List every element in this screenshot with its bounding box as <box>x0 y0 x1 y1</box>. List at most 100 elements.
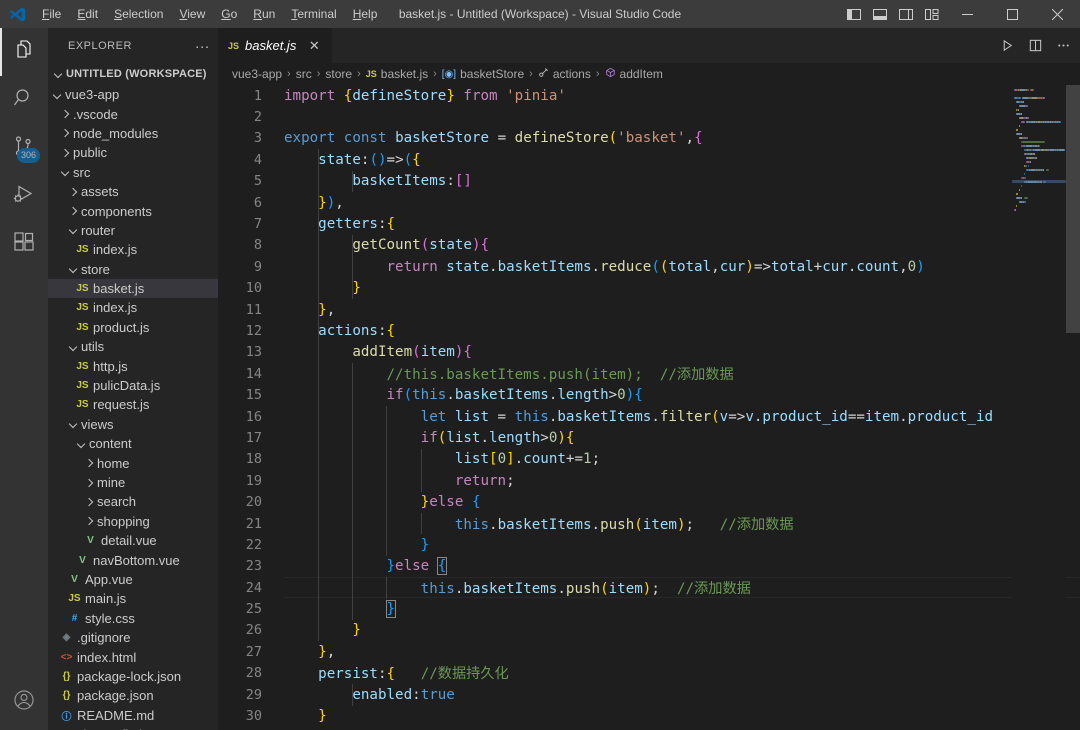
code-line[interactable]: 22 } <box>218 534 1080 555</box>
more-editor-actions-button[interactable] <box>1050 33 1076 59</box>
code-line[interactable]: 8 getCount(state){ <box>218 235 1080 256</box>
customize-layout-icon[interactable] <box>919 0 945 28</box>
toggle-primary-sidebar-icon[interactable] <box>841 0 867 28</box>
code-line[interactable]: 10 } <box>218 278 1080 299</box>
tree-item-store[interactable]: store <box>48 260 218 279</box>
menu-edit[interactable]: Edit <box>69 0 106 28</box>
tree-item-public[interactable]: public <box>48 143 218 162</box>
code-line[interactable]: 19 return; <box>218 470 1080 491</box>
tree-item-index-js[interactable]: JS index.js <box>48 298 218 317</box>
code-line[interactable]: 21 this.basketItems.push(item); //添加数据 <box>218 513 1080 534</box>
toggle-panel-icon[interactable] <box>867 0 893 28</box>
tree-item-package-lock-json[interactable]: {} package-lock.json <box>48 667 218 686</box>
breadcrumb-item-basket-js[interactable]: JS basket.js <box>366 67 428 81</box>
tree-item-utils[interactable]: utils <box>48 337 218 356</box>
tree-item-views[interactable]: views <box>48 415 218 434</box>
tree-item-index-html[interactable]: <> index.html <box>48 647 218 666</box>
tree-item-basket-js[interactable]: JS basket.js <box>48 278 218 299</box>
tree-item-pulicdata-js[interactable]: JS pulicData.js <box>48 376 218 395</box>
tree-item-navbottom-vue[interactable]: VnavBottom.vue <box>48 550 218 569</box>
menu-bar[interactable]: File Edit Selection View Go Run Terminal Help <box>34 0 385 28</box>
tree-item-search[interactable]: search <box>48 492 218 511</box>
tree-item--vscode[interactable]: .vscode <box>48 104 218 123</box>
scrollbar-thumb[interactable] <box>1066 85 1080 333</box>
menu-run[interactable]: Run <box>245 0 283 28</box>
code-line[interactable]: 23 }else { <box>218 556 1080 577</box>
tree-item-node-modules[interactable]: node_modules <box>48 124 218 143</box>
code-line[interactable]: 14 //this.basketItems.push(item); //添加数据 <box>218 363 1080 384</box>
activitybar-item-extensions[interactable] <box>0 220 48 268</box>
code-line[interactable]: 26 } <box>218 620 1080 641</box>
tree-item-detail-vue[interactable]: Vdetail.vue <box>48 531 218 550</box>
code-line[interactable]: 13 addItem(item){ <box>218 342 1080 363</box>
code-line[interactable]: 27 }, <box>218 641 1080 662</box>
code-line[interactable]: 5 basketItems:[] <box>218 171 1080 192</box>
toggle-secondary-sidebar-icon[interactable] <box>893 0 919 28</box>
sidebar-more-actions-button[interactable]: ∙∙∙ <box>195 39 210 53</box>
close-button[interactable] <box>1035 0 1080 28</box>
code-line[interactable]: 24 this.basketItems.push(item); //添加数据 <box>218 576 1080 599</box>
code-line[interactable]: 28 persist:{ //数据持久化 <box>218 663 1080 684</box>
editor-vertical-scrollbar[interactable] <box>1066 85 1080 730</box>
activitybar-item-run-and-debug[interactable] <box>0 172 48 220</box>
code-line[interactable]: 6 }), <box>218 192 1080 213</box>
tree-item-product-js[interactable]: JS product.js <box>48 318 218 337</box>
tree-item-content[interactable]: content <box>48 434 218 453</box>
minimap[interactable] <box>1012 85 1066 730</box>
code-line[interactable]: 20 }else { <box>218 491 1080 512</box>
tree-item-components[interactable]: components <box>48 201 218 220</box>
tree-item-router[interactable]: router <box>48 221 218 240</box>
tree-item-assets[interactable]: assets <box>48 182 218 201</box>
code-line[interactable]: 30 } <box>218 705 1080 726</box>
activitybar-item-search[interactable] <box>0 76 48 124</box>
code-line[interactable]: 2 <box>218 106 1080 127</box>
code-line[interactable]: 4 state:()=>({ <box>218 149 1080 170</box>
tree-item-shopping[interactable]: shopping <box>48 512 218 531</box>
menu-selection[interactable]: Selection <box>106 0 171 28</box>
menu-view[interactable]: View <box>171 0 213 28</box>
run-code-button[interactable] <box>994 33 1020 59</box>
tree-item-vue3-app[interactable]: vue3-app <box>48 85 218 104</box>
maximize-button[interactable] <box>990 0 1035 28</box>
tree-item-app-vue[interactable]: V App.vue <box>48 570 218 589</box>
tree-item-request-js[interactable]: JS request.js <box>48 395 218 414</box>
tree-item-index-js[interactable]: JS index.js <box>48 240 218 259</box>
breadcrumb-item-store[interactable]: store <box>325 67 352 81</box>
tree-item-vite-config-js[interactable]: JSvite.config.js <box>48 725 218 730</box>
tree-item-package-json[interactable]: {} package.json <box>48 686 218 705</box>
code-line[interactable]: 16 let list = this.basketItems.filter(v=… <box>218 406 1080 427</box>
breadcrumb-item-additem[interactable]: addItem <box>605 67 663 81</box>
breadcrumb[interactable]: vue3-app › src › store › JS basket.js › [◉] basket… <box>218 63 1080 85</box>
menu-terminal[interactable]: Terminal <box>283 0 344 28</box>
tree-item-main-js[interactable]: JS main.js <box>48 589 218 608</box>
code-line[interactable]: 9 return state.basketItems.reduce((total… <box>218 256 1080 277</box>
code-line[interactable]: 29 enabled:true <box>218 684 1080 705</box>
breadcrumb-item-actions[interactable]: actions <box>538 67 591 81</box>
code-line[interactable]: 15 if(this.basketItems.length>0){ <box>218 384 1080 405</box>
activitybar-item-source-control[interactable]: 306 <box>0 124 48 172</box>
code-line[interactable]: 7 getters:{ <box>218 213 1080 234</box>
code-editor[interactable]: 1 import {defineStore} from 'pinia' 2 3 expo… <box>218 85 1080 730</box>
code-line[interactable]: 11 }, <box>218 299 1080 320</box>
minimize-button[interactable] <box>945 0 990 28</box>
tree-item-readme-md[interactable]: ⓘ README.md <box>48 706 218 725</box>
tree-item-style-css[interactable]: # style.css <box>48 609 218 628</box>
tree-item-http-js[interactable]: JS http.js <box>48 356 218 375</box>
split-editor-button[interactable] <box>1022 33 1048 59</box>
breadcrumb-item-src[interactable]: src <box>296 67 312 81</box>
close-icon[interactable]: ✕ <box>306 38 322 54</box>
code-line[interactable]: 17 if(list.length>0){ <box>218 427 1080 448</box>
activitybar-item-explorer[interactable] <box>0 28 48 76</box>
code-line[interactable]: 18 list[0].count+=1; <box>218 449 1080 470</box>
workspace-section-header[interactable]: UNTITLED (WORKSPACE) <box>48 63 218 85</box>
code-line[interactable]: 25 } <box>218 598 1080 619</box>
activitybar-item-accounts[interactable] <box>0 678 48 726</box>
tree-item-src[interactable]: src <box>48 163 218 182</box>
tree-item--gitignore[interactable]: ◈ .gitignore <box>48 628 218 647</box>
code-line[interactable]: 1 import {defineStore} from 'pinia' <box>218 85 1080 106</box>
breadcrumb-item-vue3-app[interactable]: vue3-app <box>232 67 282 81</box>
code-line[interactable]: 3 export const basketStore = defineStore(… <box>218 128 1080 149</box>
menu-help[interactable]: Help <box>345 0 386 28</box>
menu-file[interactable]: File <box>34 0 69 28</box>
tree-item-home[interactable]: home <box>48 453 218 472</box>
